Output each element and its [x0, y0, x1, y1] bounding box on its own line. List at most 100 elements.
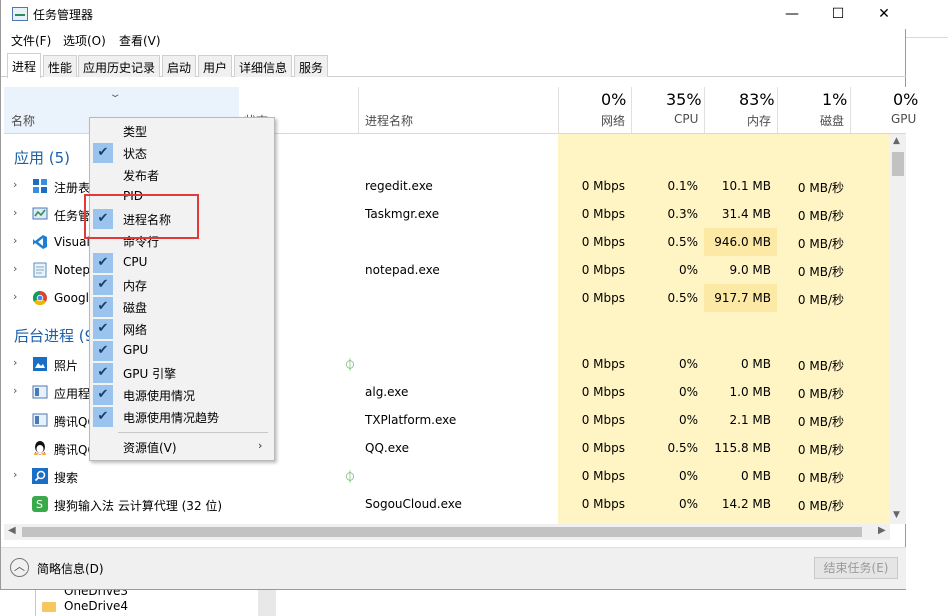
menu-file[interactable]: 文件(F) — [11, 32, 51, 49]
tab-bar: 进程 性能 应用历史记录 启动 用户 详细信息 服务 — [1, 53, 906, 78]
scroll-thumb[interactable] — [892, 152, 904, 176]
expand-chevron-icon[interactable]: › — [13, 290, 17, 303]
net-value: 0 Mbps — [581, 207, 625, 221]
menu-item-resource-values[interactable]: 资源值(V) › — [90, 436, 274, 458]
disk-value: 0 MB/秒 — [797, 471, 844, 485]
scroll-right-icon[interactable]: ▶ — [878, 525, 886, 536]
checkmark-icon: ✔ — [93, 385, 113, 405]
menu-item-gpu[interactable]: ✔ GPU — [90, 340, 274, 362]
checkmark-icon: ✔ — [93, 341, 113, 361]
disk-percent: 1% — [822, 90, 848, 109]
scroll-up-icon[interactable]: ▲ — [893, 136, 900, 146]
maximize-button[interactable]: ☐ — [815, 0, 861, 29]
fewer-details-link[interactable]: 简略信息(D) — [37, 560, 104, 577]
menu-item-disk[interactable]: ✔ 磁盘 — [90, 296, 274, 318]
expand-chevron-icon[interactable]: › — [13, 234, 17, 247]
menu-item-memory[interactable]: ✔ 内存 — [90, 274, 274, 296]
mem-value: 31.4 MB — [721, 207, 771, 221]
net-value: 0 Mbps — [581, 497, 625, 511]
menu-item-gpu-engine[interactable]: ✔ GPU 引擎 — [90, 362, 274, 384]
scroll-left-icon[interactable]: ◀ — [8, 525, 16, 536]
mem-value: 115.8 MB — [714, 441, 771, 455]
scroll-down-icon[interactable]: ▼ — [893, 510, 900, 520]
sogou-icon: S — [32, 496, 48, 512]
explorer-scrollbar[interactable] — [258, 590, 276, 616]
disk-value: 0 MB/秒 — [797, 499, 844, 513]
process-exe: SogouCloud.exe — [365, 497, 462, 511]
disk-value: 0 MB/秒 — [797, 415, 844, 429]
menu-item-power-usage[interactable]: ✔ 电源使用情况 — [90, 384, 274, 406]
cpu-value: 0% — [678, 497, 698, 511]
column-memory-label[interactable]: 内存 — [747, 112, 771, 129]
tab-processes[interactable]: 进程 — [7, 53, 42, 78]
end-task-button[interactable]: 结束任务(E) — [814, 557, 898, 579]
table-row[interactable]: › 搜索 ⏀ 0 Mbps 0% 0 MB 0 MB/秒 — [4, 462, 890, 490]
task-manager-icon — [12, 7, 28, 21]
menu-item-publisher[interactable]: 发布者 — [90, 164, 274, 186]
net-value: 0 Mbps — [581, 357, 625, 371]
column-disk-label[interactable]: 磁盘 — [820, 112, 844, 129]
column-context-menu: 类型 ✔ 状态 发布者 PID ✔ 进程名称 命令行 ✔ CPU ✔ 内存 ✔ 磁盘 ✔ 网… — [89, 117, 275, 461]
efficiency-leaf-icon: ⏀ — [344, 358, 357, 372]
chevron-up-icon[interactable]: ︿ — [10, 558, 29, 577]
cpu-percent: 35% — [666, 90, 702, 109]
tab-startup[interactable]: 启动 — [162, 55, 197, 77]
process-name: 搜索 — [54, 471, 79, 485]
cpu-value: 0% — [678, 385, 698, 399]
task-manager-icon — [32, 207, 48, 220]
checkmark-icon: ✔ — [93, 407, 113, 427]
menu-view[interactable]: 查看(V) — [119, 32, 161, 49]
checkmark-icon: ✔ — [93, 297, 113, 317]
process-exe: TXPlatform.exe — [365, 413, 457, 427]
expand-chevron-icon[interactable]: › — [13, 356, 17, 369]
menu-item-power-usage-trend[interactable]: ✔ 电源使用情况趋势 — [90, 406, 274, 428]
mem-value: 9.0 MB — [729, 263, 771, 277]
explorer-folder-label[interactable]: OneDrive4 — [64, 599, 128, 613]
horizontal-scrollbar[interactable]: ◀ ▶ — [4, 524, 890, 540]
table-row[interactable]: S 搜狗输入法 云计算代理 (32 位) SogouCloud.exe 0 Mb… — [4, 490, 890, 518]
menu-options[interactable]: 选项(O) — [63, 32, 106, 49]
minimize-button[interactable]: — — [769, 0, 815, 29]
service-icon — [32, 385, 48, 399]
mem-value: 2.1 MB — [729, 413, 771, 427]
expand-chevron-icon[interactable]: › — [13, 206, 17, 219]
qq-icon — [34, 441, 46, 455]
expand-chevron-icon[interactable]: › — [13, 178, 17, 191]
tab-performance[interactable]: 性能 — [43, 55, 78, 77]
process-exe: notepad.exe — [365, 263, 440, 277]
disk-value: 0 MB/秒 — [797, 387, 844, 401]
net-value: 0 Mbps — [581, 291, 625, 305]
column-network-label[interactable]: 网络 — [601, 112, 625, 129]
expand-chevron-icon[interactable]: › — [13, 262, 17, 275]
checkmark-icon: ✔ — [93, 319, 113, 339]
column-process-name-label[interactable]: 进程名称 — [365, 112, 413, 129]
column-name-label[interactable]: 名称 — [11, 112, 35, 129]
scroll-thumb[interactable] — [22, 527, 862, 537]
menu-item-type[interactable]: 类型 — [90, 120, 274, 142]
process-exe: Taskmgr.exe — [365, 207, 440, 221]
tab-users[interactable]: 用户 — [198, 55, 233, 77]
menu-item-status[interactable]: ✔ 状态 — [90, 142, 274, 164]
column-gpu-label[interactable]: GPU — [891, 112, 916, 126]
checkmark-icon: ✔ — [93, 143, 113, 163]
expand-chevron-icon[interactable]: › — [13, 468, 17, 481]
tab-services[interactable]: 服务 — [294, 55, 329, 77]
menu-item-cpu[interactable]: ✔ CPU — [90, 252, 274, 274]
mem-value: 1.0 MB — [729, 385, 771, 399]
cpu-value: 0% — [678, 263, 698, 277]
close-button[interactable]: ✕ — [861, 0, 907, 29]
vertical-scrollbar[interactable]: ▲ ▼ — [890, 134, 906, 524]
cpu-value: 0.3% — [667, 207, 699, 221]
disk-value: 0 MB/秒 — [797, 265, 844, 279]
column-cpu-label[interactable]: CPU — [674, 112, 698, 126]
menu-item-network[interactable]: ✔ 网络 — [90, 318, 274, 340]
tab-app-history[interactable]: 应用历史记录 — [78, 55, 161, 77]
expand-chevron-icon[interactable]: › — [13, 384, 17, 397]
network-percent: 0% — [601, 90, 627, 109]
title-bar[interactable]: 任务管理器 — ☐ ✕ — [1, 0, 906, 29]
tab-details[interactable]: 详细信息 — [234, 55, 293, 77]
mem-value: 0 MB — [740, 469, 771, 483]
mem-value: 946.0 MB — [704, 228, 777, 256]
highlight-annotation — [84, 194, 199, 239]
vscode-icon — [33, 235, 47, 249]
